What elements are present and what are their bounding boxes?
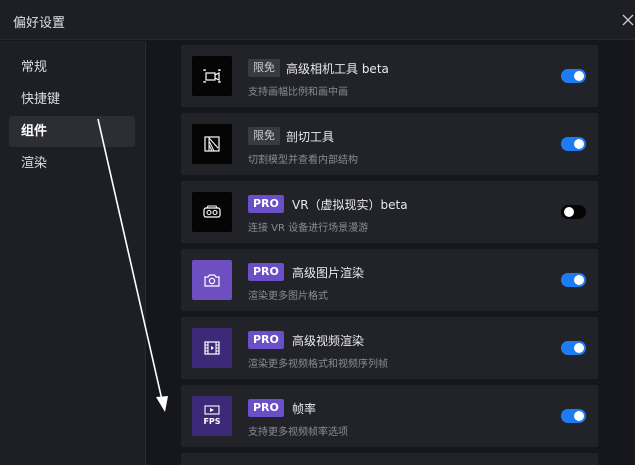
free-badge: 限免 [248,59,280,77]
toggle-knob [574,139,584,149]
toggle-knob [574,71,584,81]
fps-toggle[interactable] [561,409,586,423]
component-card-partial [181,453,598,465]
component-description: 渲染更多图片格式 [248,291,328,302]
component-name: 高级相机工具 beta [286,62,389,76]
image-render-toggle[interactable] [561,273,586,287]
component-description: 连接 VR 设备进行场景漫游 [248,223,369,234]
free-badge: 限免 [248,127,280,145]
window-title: 偏好设置 [13,16,66,31]
component-name: 剖切工具 [286,130,335,144]
title-bar: 偏好设置 [0,0,635,40]
components-panel: 限免 高级相机工具 beta 支持画幅比例和画中画 限免 剖切工具 切割模型并查… [147,41,635,465]
camera-tool-toggle[interactable] [561,69,586,83]
fps-icon: FPS [192,396,232,436]
vr-headset-icon [192,192,232,232]
pro-badge: PRO [248,195,284,213]
component-description: 支持更多视频帧率选项 [248,427,348,438]
sidebar-item-label: 渲染 [21,156,48,171]
film-icon [192,328,232,368]
component-card-fps: FPS PRO 帧率 支持更多视频帧率选项 [181,385,598,447]
pro-badge: PRO [248,399,284,417]
fps-icon-label: FPS [203,417,220,426]
close-icon[interactable] [621,12,635,28]
section-cut-toggle[interactable] [561,137,586,151]
sidebar-item-label: 快捷键 [21,92,61,107]
sidebar-item-render[interactable]: 渲染 [9,148,135,179]
component-name: 高级图片渲染 [292,266,365,280]
pro-badge: PRO [248,331,284,349]
sidebar-item-label: 常规 [21,60,48,75]
component-name: VR（虚拟现实）beta [292,198,408,212]
component-card-video-render: PRO 高级视频渲染 渲染更多视频格式和视频序列帧 [181,317,598,379]
toggle-knob [564,207,574,217]
sidebar-item-shortcuts[interactable]: 快捷键 [9,84,135,115]
sidebar-item-label: 组件 [21,124,48,139]
sidebar-item-components[interactable]: 组件 [9,116,135,147]
toggle-knob [574,343,584,353]
component-name: 帧率 [292,402,317,416]
camera-icon [192,260,232,300]
pro-badge: PRO [248,263,284,281]
camera-tool-icon [192,56,232,96]
sidebar: 常规 快捷键 组件 渲染 [0,41,146,465]
video-render-toggle[interactable] [561,341,586,355]
component-description: 切割模型并查看内部结构 [248,155,358,166]
component-description: 支持画幅比例和画中画 [248,87,348,98]
component-card-section-cut: 限免 剖切工具 切割模型并查看内部结构 [181,113,598,175]
sidebar-item-general[interactable]: 常规 [9,52,135,83]
component-card-image-render: PRO 高级图片渲染 渲染更多图片格式 [181,249,598,311]
vr-toggle[interactable] [561,205,586,219]
component-name: 高级视频渲染 [292,334,365,348]
component-description: 渲染更多视频格式和视频序列帧 [248,359,388,370]
component-card-vr: PRO VR（虚拟现实）beta 连接 VR 设备进行场景漫游 [181,181,598,243]
toggle-knob [574,411,584,421]
toggle-knob [574,275,584,285]
section-cut-icon [192,124,232,164]
component-card-camera-tool: 限免 高级相机工具 beta 支持画幅比例和画中画 [181,45,598,107]
